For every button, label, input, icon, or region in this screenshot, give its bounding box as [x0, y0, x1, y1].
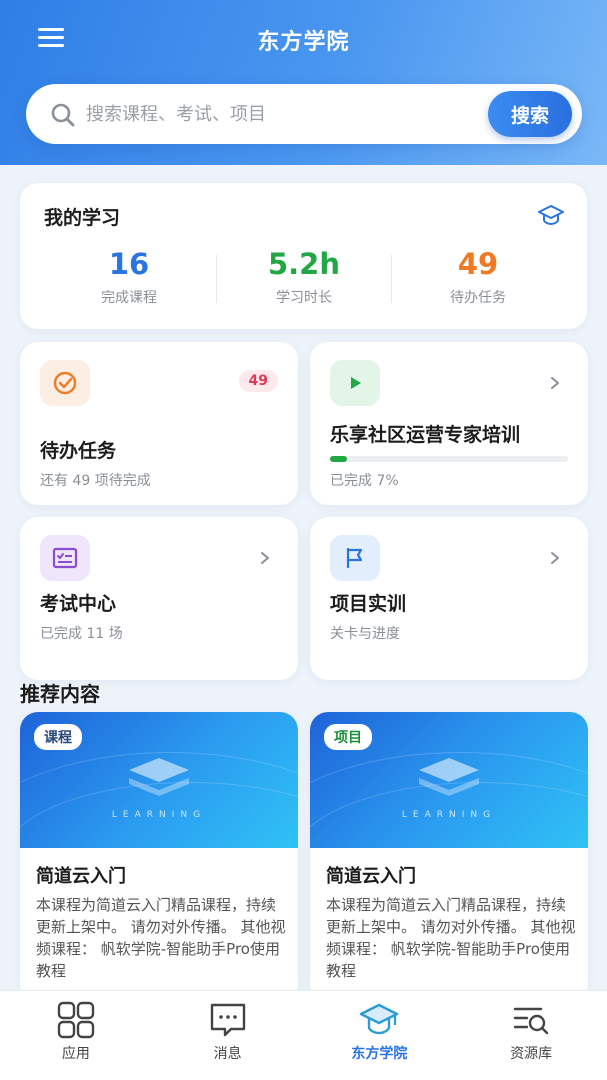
chevron-right-icon [551, 552, 559, 564]
progress-fill [330, 456, 347, 462]
course-card[interactable]: LEARNING 项目 简道云入门 本课程为简道云入门精品课程，持续更新上架中。… [310, 712, 588, 1002]
tile-subtitle: 还有 49 项待完成 [40, 473, 151, 489]
training-tile[interactable]: 乐享社区运营专家培训 已完成 7% [310, 342, 588, 505]
stat-value: 16 [108, 247, 150, 281]
tile-subtitle: 已完成 11 场 [40, 626, 123, 642]
stat-completed-courses[interactable]: 16 完成课程 [39, 247, 219, 307]
course-cover: LEARNING 项目 [310, 712, 588, 848]
chevron-right-icon [261, 552, 269, 564]
book-icon [419, 758, 479, 796]
tab-resources[interactable]: 资源库 [455, 991, 607, 1080]
tab-messages[interactable]: 消息 [152, 991, 304, 1080]
stat-label: 完成课程 [101, 290, 157, 306]
stat-label: 学习时长 [276, 290, 332, 306]
stat-value: 49 [457, 247, 499, 281]
content-type-tag: 课程 [34, 724, 82, 750]
tile-title: 待办任务 [40, 440, 117, 462]
tile-title: 项目实训 [330, 593, 407, 615]
project-training-tile[interactable]: 项目实训 关卡与进度 [310, 517, 588, 680]
tab-label: 消息 [213, 1046, 242, 1062]
tab-label: 资源库 [510, 1046, 553, 1062]
tab-academy[interactable]: 东方学院 [304, 991, 456, 1080]
progress-bar [330, 456, 568, 462]
app-title: 东方学院 [257, 30, 350, 55]
cover-text: LEARNING [401, 810, 497, 820]
chevron-right-icon [551, 377, 559, 389]
recommend-section-title: 推荐内容 [20, 682, 100, 706]
course-card[interactable]: LEARNING 课程 简道云入门 本课程为简道云入门精品课程，持续更新上架中。… [20, 712, 298, 1002]
my-study-title: 我的学习 [44, 207, 121, 229]
tile-subtitle: 关卡与进度 [330, 626, 400, 642]
book-icon [129, 758, 189, 796]
tab-label: 东方学院 [351, 1046, 408, 1062]
graduation-cap-icon [538, 205, 564, 226]
course-name: 简道云入门 [36, 866, 126, 887]
tile-title: 考试中心 [40, 593, 117, 615]
course-cover: LEARNING 课程 [20, 712, 298, 848]
check-circle-icon [40, 360, 90, 406]
search-bar: 搜索 [26, 84, 582, 144]
cover-text: LEARNING [111, 810, 207, 820]
my-study-card: 我的学习 16 完成课程 5.2h 学习时长 49 待办任务 [20, 183, 587, 329]
content-type-tag: 项目 [324, 724, 372, 750]
todo-tasks-tile[interactable]: 49 待办任务 还有 49 项待完成 [20, 342, 298, 505]
search-icon [51, 103, 75, 127]
play-icon [330, 360, 380, 406]
course-description: 本课程为简道云入门精品课程，持续更新上架中。 请勿对外传播。 其他视频课程： 帆… [36, 896, 286, 980]
search-input[interactable] [86, 98, 496, 130]
tile-subtitle: 已完成 7% [330, 473, 399, 489]
tab-label: 应用 [61, 1046, 90, 1062]
bottom-tab-bar: 应用 消息 东方学院 资源库 [0, 990, 607, 1080]
graduation-cap-icon [360, 1003, 399, 1035]
exam-icon [40, 535, 90, 581]
exam-center-tile[interactable]: 考试中心 已完成 11 场 [20, 517, 298, 680]
todo-count-badge: 49 [238, 370, 278, 392]
flag-icon [330, 535, 380, 581]
tile-title: 乐享社区运营专家培训 [330, 424, 521, 446]
course-name: 简道云入门 [326, 866, 416, 887]
search-list-icon [513, 1007, 549, 1035]
search-button[interactable]: 搜索 [488, 91, 572, 137]
header: 东方学院 搜索 [0, 0, 607, 165]
course-description: 本课程为简道云入门精品课程，持续更新上架中。 请勿对外传播。 其他视频课程： 帆… [326, 896, 576, 980]
tab-apps[interactable]: 应用 [0, 991, 152, 1080]
stat-label: 待办任务 [450, 290, 506, 306]
stat-value: 5.2h [267, 247, 341, 281]
stat-pending-tasks[interactable]: 49 待办任务 [388, 247, 568, 307]
message-icon [210, 1003, 245, 1037]
stat-study-time[interactable]: 5.2h 学习时长 [214, 247, 394, 307]
grid-icon [57, 1001, 95, 1039]
